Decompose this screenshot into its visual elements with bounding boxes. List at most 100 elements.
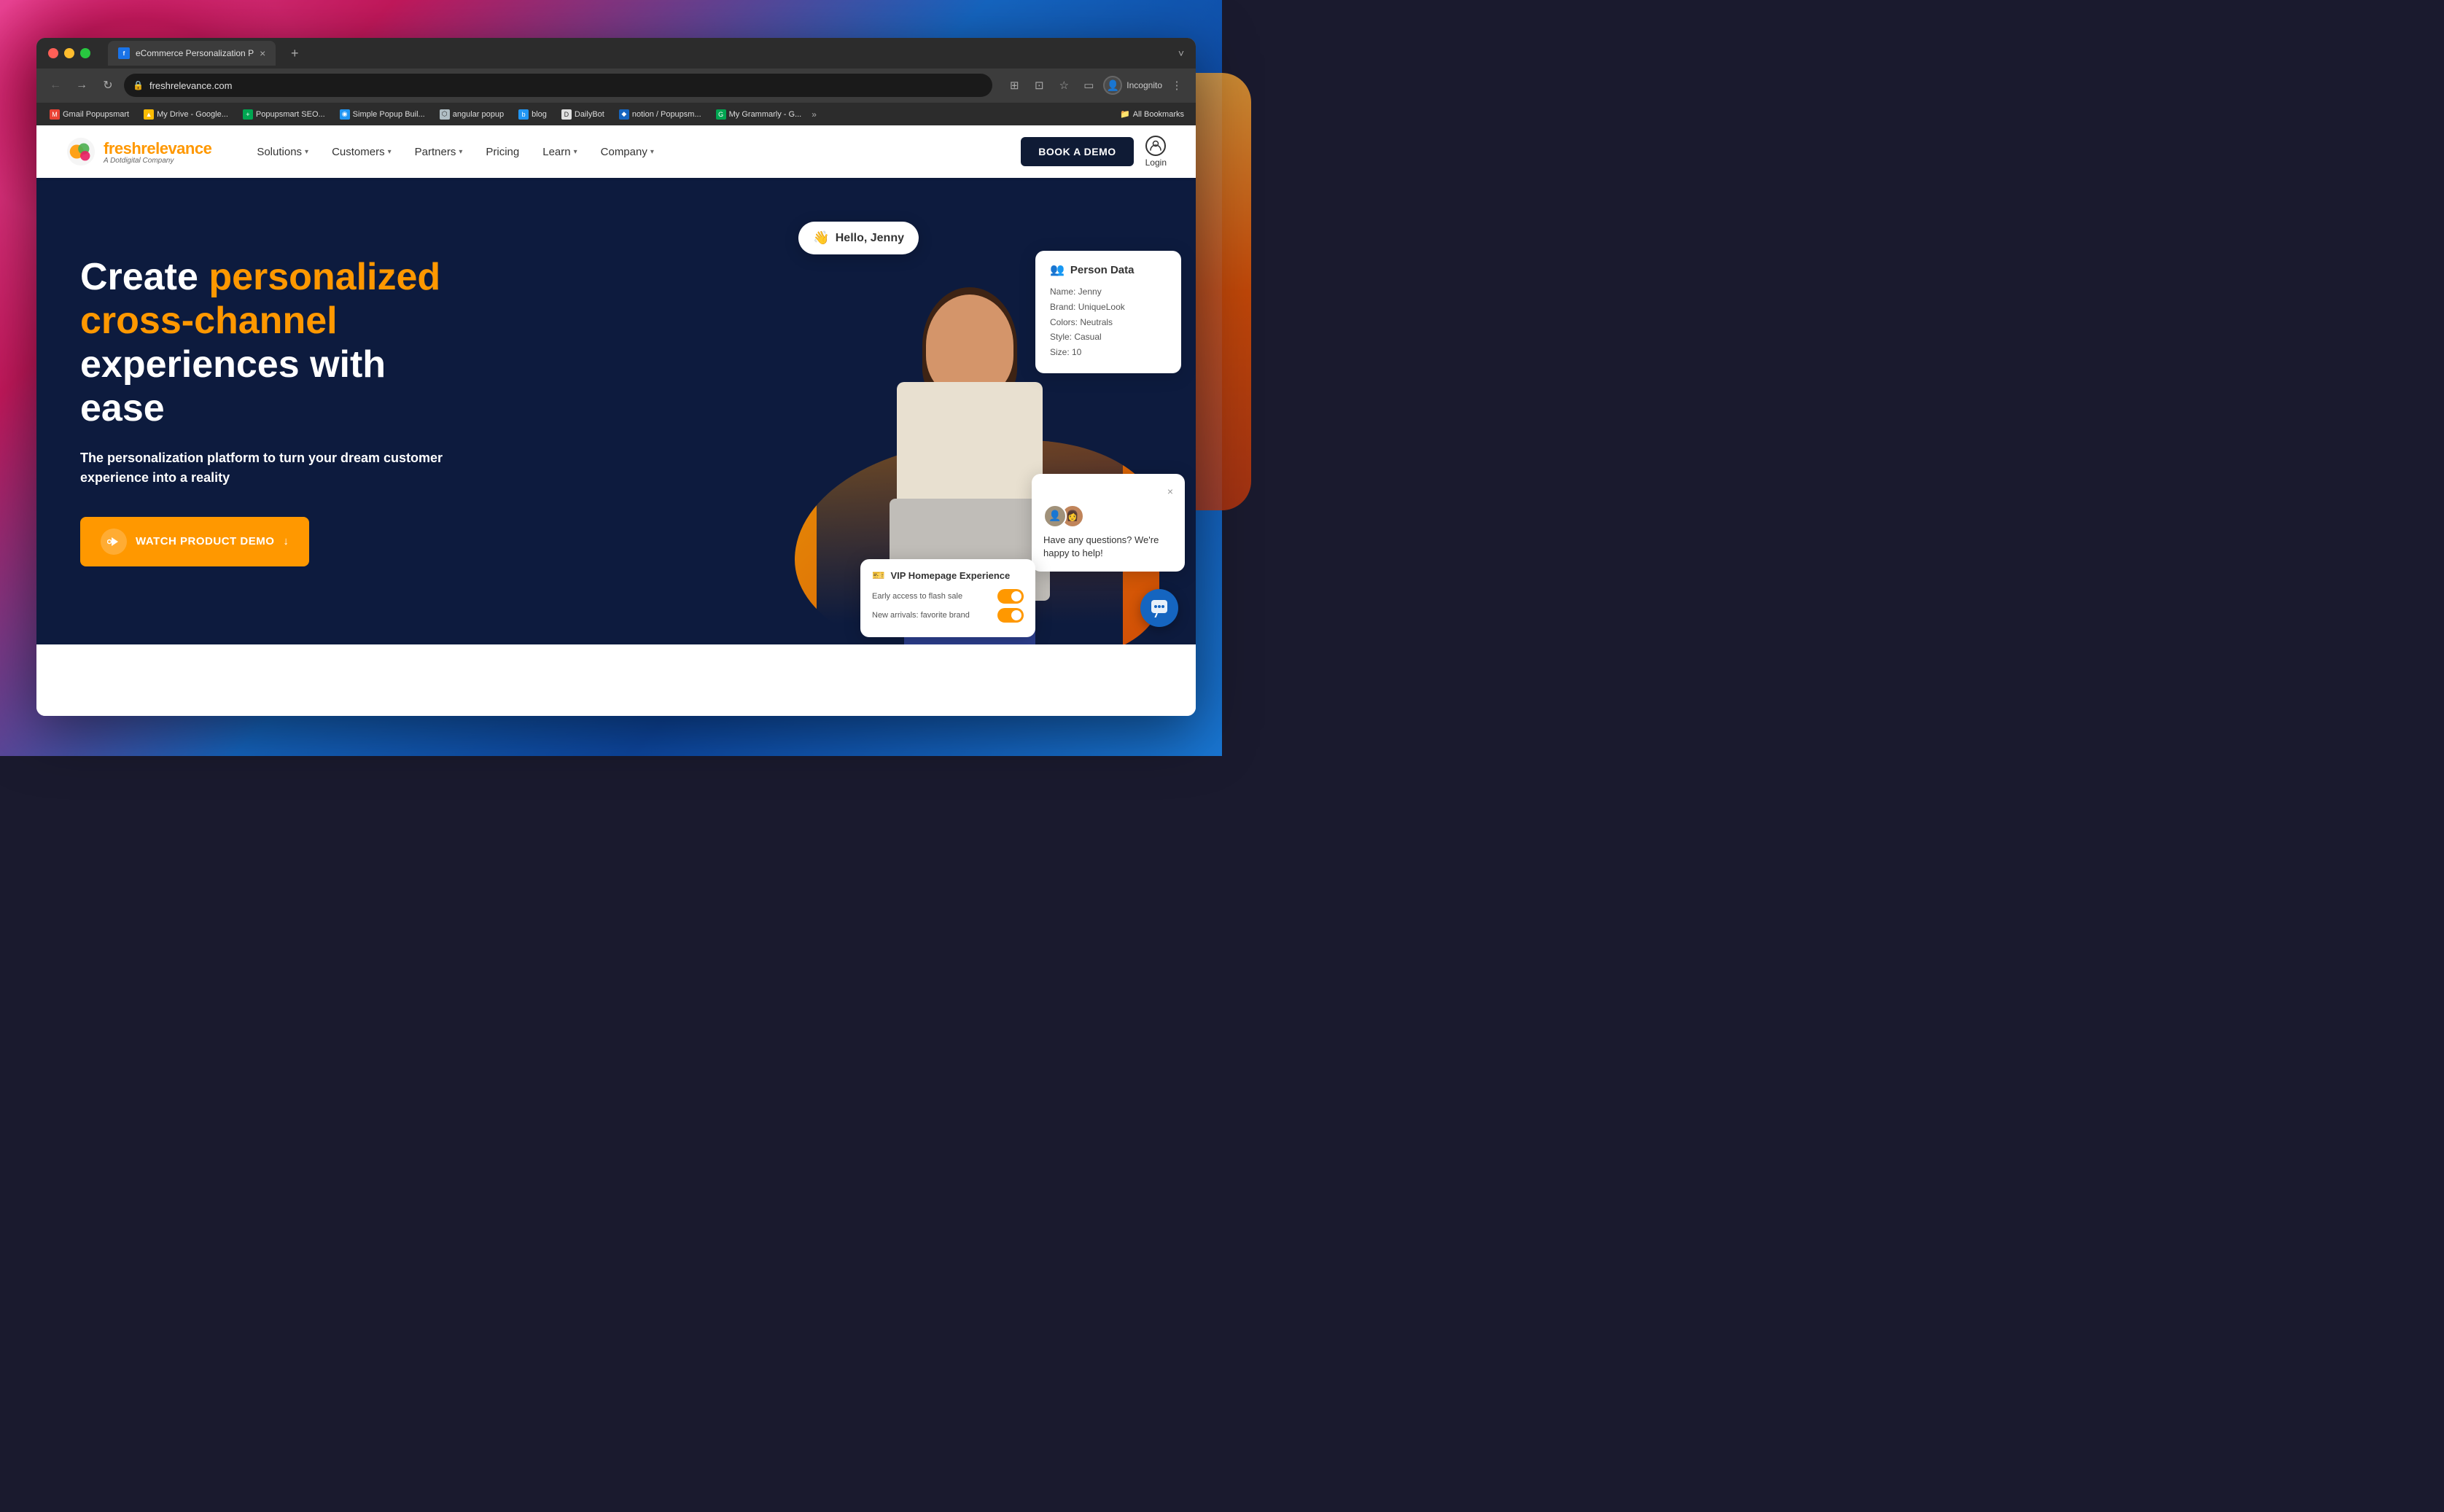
- hero-section: Create personalizedcross-channel experie…: [36, 178, 1196, 644]
- login-button[interactable]: Login: [1145, 136, 1167, 168]
- nav-partners[interactable]: Partners ▾: [405, 140, 473, 164]
- bookmark-grammarly[interactable]: G My Grammarly - G...: [710, 106, 808, 123]
- bookmark-popupsmart-label: Popupsmart SEO...: [256, 110, 325, 119]
- bookmark-dailybot-label: DailyBot: [575, 110, 604, 119]
- bookmarks-bar: M Gmail Popupsmart ▲ My Drive - Google..…: [36, 102, 1196, 125]
- bookmark-notion[interactable]: ◆ notion / Popupsm...: [613, 106, 707, 123]
- wave-emoji: 👋: [813, 230, 829, 246]
- nav-company[interactable]: Company ▾: [591, 140, 664, 164]
- person-data-brand: Brand: UniqueLook: [1050, 301, 1167, 313]
- bookmark-drive[interactable]: ▲ My Drive - Google...: [138, 106, 234, 123]
- learn-label: Learn: [542, 146, 570, 158]
- logo-sub: A Dotdigital Company: [104, 157, 211, 165]
- person-data-icon: 👥: [1050, 262, 1065, 277]
- menu-icon[interactable]: ⋮: [1167, 75, 1187, 96]
- bookmark-dailybot[interactable]: D DailyBot: [556, 106, 610, 123]
- cast-icon[interactable]: ⊡: [1029, 75, 1049, 96]
- login-label: Login: [1145, 157, 1167, 168]
- pricing-label: Pricing: [486, 146, 519, 158]
- bookmark-angular[interactable]: ⬡ angular popup: [434, 106, 510, 123]
- login-icon: [1145, 136, 1166, 156]
- watch-demo-button[interactable]: WATCH PRODUCT DEMO ↓: [80, 517, 309, 566]
- address-bar[interactable]: 🔒 freshrelevance.com: [124, 74, 992, 97]
- vip-label-1: Early access to flash sale: [872, 592, 962, 601]
- bookmark-star-icon[interactable]: ☆: [1054, 75, 1074, 96]
- bookmark-gmail[interactable]: M Gmail Popupsmart: [44, 106, 135, 123]
- bookmark-popup2[interactable]: ◉ Simple Popup Buil...: [334, 106, 431, 123]
- customers-label: Customers: [332, 146, 385, 158]
- nav-solutions[interactable]: Solutions ▾: [246, 140, 319, 164]
- chat-bubble-button[interactable]: [1140, 589, 1178, 627]
- person-head: [926, 295, 1013, 397]
- toolbar-right: ⊞ ⊡ ☆ ▭ 👤 Incognito ⋮: [1004, 75, 1187, 96]
- bookmark-popupsmart[interactable]: + Popupsmart SEO...: [237, 106, 331, 123]
- maximize-dot[interactable]: [80, 48, 90, 58]
- website-content: freshrelevance A Dotdigital Company Solu…: [36, 125, 1196, 716]
- card-header: 👥 Person Data: [1050, 262, 1167, 277]
- chat-widget: × 👤 👩 Have any questions? We're happy to…: [1032, 474, 1185, 572]
- refresh-button[interactable]: ↻: [98, 75, 118, 96]
- logo-fresh: fresh: [104, 139, 141, 157]
- gmail-favicon: M: [50, 109, 60, 120]
- nav-learn[interactable]: Learn ▾: [532, 140, 587, 164]
- all-bookmarks-button[interactable]: 📁 All Bookmarks: [1116, 109, 1188, 119]
- person-data-title: Person Data: [1070, 264, 1135, 276]
- hero-visual: 👋 Hello, Jenny 👥 Person Data Name: Jenny…: [627, 178, 1196, 644]
- demo-arrow: ↓: [283, 535, 289, 547]
- all-bookmarks-label: All Bookmarks: [1133, 110, 1184, 119]
- tab-favicon: f: [118, 47, 130, 59]
- notion-favicon: ◆: [619, 109, 629, 120]
- bookmark-drive-label: My Drive - Google...: [157, 110, 228, 119]
- chat-message: Have any questions? We're happy to help!: [1043, 534, 1173, 560]
- chat-close-button[interactable]: ×: [1167, 486, 1173, 497]
- vip-homepage-card: 🎫 VIP Homepage Experience Early access t…: [860, 559, 1035, 637]
- tab-title: eCommerce Personalization P: [136, 48, 254, 58]
- grid-icon[interactable]: ⊞: [1004, 75, 1024, 96]
- popupsmart-favicon: +: [243, 109, 253, 120]
- learn-chevron: ▾: [574, 148, 577, 156]
- hello-bubble: 👋 Hello, Jenny: [798, 222, 919, 254]
- profile-avatar[interactable]: 👤: [1103, 76, 1122, 95]
- back-button[interactable]: ←: [45, 75, 66, 96]
- hello-text: Hello, Jenny: [836, 232, 904, 245]
- bookmark-angular-label: angular popup: [453, 110, 504, 119]
- hero-title-highlight: personalizedcross-channel: [80, 256, 440, 342]
- nav-customers[interactable]: Customers ▾: [322, 140, 402, 164]
- solutions-label: Solutions: [257, 146, 302, 158]
- person-data-colors: Colors: Neutrals: [1050, 316, 1167, 329]
- reading-mode-icon[interactable]: ▭: [1078, 75, 1099, 96]
- dailybot-favicon: D: [561, 109, 572, 120]
- vip-toggle-1[interactable]: [997, 589, 1024, 604]
- chat-widget-header: ×: [1043, 486, 1173, 497]
- person-data-card: 👥 Person Data Name: Jenny Brand: UniqueL…: [1035, 251, 1181, 373]
- person-data-style: Style: Casual: [1050, 331, 1167, 343]
- new-tab-button[interactable]: +: [284, 43, 305, 63]
- hero-subtitle: The personalization platform to turn you…: [80, 448, 459, 488]
- partners-label: Partners: [415, 146, 456, 158]
- tabs-dropdown[interactable]: ˅: [1178, 47, 1184, 59]
- vip-toggle-2[interactable]: [997, 608, 1024, 623]
- tab-close-button[interactable]: ×: [260, 47, 265, 59]
- vip-title: VIP Homepage Experience: [890, 570, 1010, 581]
- logo-name: freshrelevance: [104, 139, 211, 158]
- logo-icon: [66, 136, 96, 167]
- browser-tab[interactable]: f eCommerce Personalization P ×: [108, 41, 276, 66]
- hero-title: Create personalizedcross-channel experie…: [80, 256, 459, 430]
- bookmarks-right: 📁 All Bookmarks: [1116, 109, 1188, 119]
- company-label: Company: [601, 146, 647, 158]
- nav-pricing[interactable]: Pricing: [475, 140, 529, 164]
- close-dot[interactable]: [48, 48, 58, 58]
- forward-button[interactable]: →: [71, 75, 92, 96]
- site-nav: freshrelevance A Dotdigital Company Solu…: [36, 125, 1196, 178]
- bookmark-blog[interactable]: b blog: [513, 106, 553, 123]
- site-nav-links: Solutions ▾ Customers ▾ Partners ▾ Prici…: [246, 140, 1021, 164]
- customers-chevron: ▾: [388, 148, 392, 156]
- minimize-dot[interactable]: [64, 48, 74, 58]
- url-text: freshrelevance.com: [149, 80, 232, 91]
- company-chevron: ▾: [650, 148, 654, 156]
- bookmarks-overflow[interactable]: »: [812, 109, 817, 120]
- drive-favicon: ▲: [144, 109, 154, 120]
- book-demo-button[interactable]: BOOK A DEMO: [1021, 137, 1133, 166]
- browser-toolbar: ← → ↻ 🔒 freshrelevance.com ⊞ ⊡ ☆ ▭ 👤 Inc…: [36, 69, 1196, 102]
- site-logo[interactable]: freshrelevance A Dotdigital Company: [66, 136, 211, 167]
